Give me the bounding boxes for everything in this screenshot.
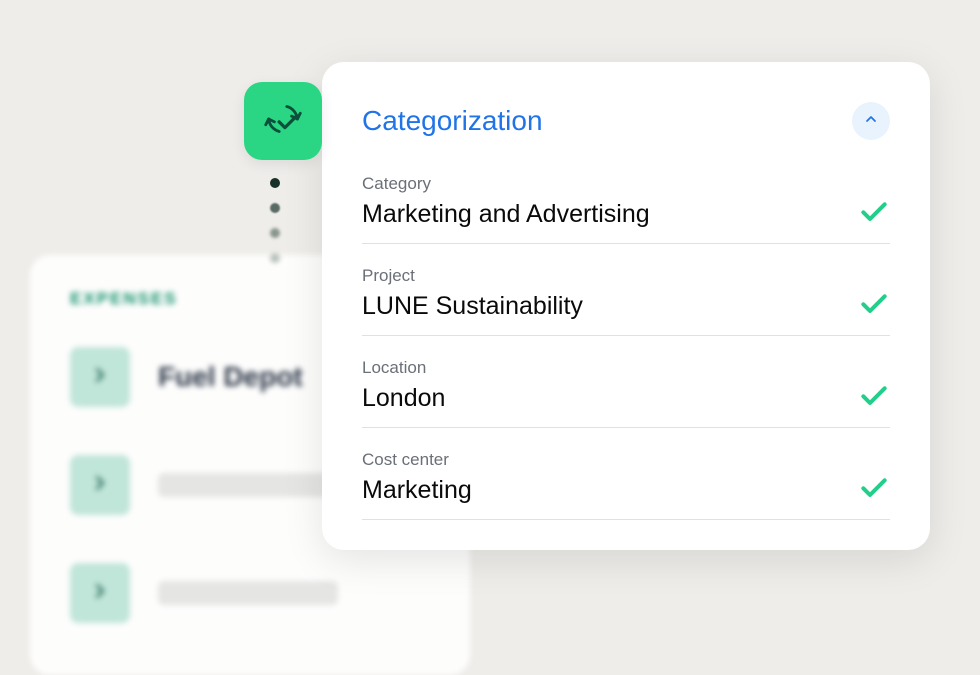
field-label: Project: [362, 266, 838, 286]
field-cost-center[interactable]: Cost center Marketing: [362, 450, 890, 520]
expense-label-placeholder: [158, 581, 338, 605]
trail-dot: [270, 203, 280, 213]
dots-trail: [270, 178, 280, 263]
expense-row[interactable]: [70, 563, 430, 623]
check-icon: [858, 287, 890, 321]
field-value: London: [362, 384, 838, 413]
expand-button[interactable]: [70, 563, 130, 623]
field-project[interactable]: Project LUNE Sustainability: [362, 266, 890, 336]
collapse-button[interactable]: [852, 102, 890, 140]
trail-dot: [270, 228, 280, 238]
field-value: Marketing and Advertising: [362, 200, 838, 229]
trail-dot: [270, 253, 280, 263]
chevron-up-icon: [863, 111, 879, 132]
card-title: Categorization: [362, 105, 543, 137]
field-label: Category: [362, 174, 838, 194]
field-location[interactable]: Location London: [362, 358, 890, 428]
trail-dot: [270, 178, 280, 188]
field-label: Location: [362, 358, 838, 378]
chevron-right-icon: [89, 580, 111, 607]
field-value: Marketing: [362, 476, 838, 505]
sync-badge: [244, 82, 322, 160]
field-category[interactable]: Category Marketing and Advertising: [362, 174, 890, 244]
field-value: LUNE Sustainability: [362, 292, 838, 321]
expense-label: Fuel Depot: [158, 361, 303, 393]
refresh-check-icon: [260, 96, 306, 147]
chevron-right-icon: [89, 364, 111, 391]
field-label: Cost center: [362, 450, 838, 470]
check-icon: [858, 195, 890, 229]
chevron-right-icon: [89, 472, 111, 499]
categorization-card: Categorization Category Marketing and Ad…: [322, 62, 930, 550]
expand-button[interactable]: [70, 347, 130, 407]
expand-button[interactable]: [70, 455, 130, 515]
card-header: Categorization: [362, 102, 890, 140]
check-icon: [858, 379, 890, 413]
check-icon: [858, 471, 890, 505]
expense-label-placeholder: [158, 473, 338, 497]
